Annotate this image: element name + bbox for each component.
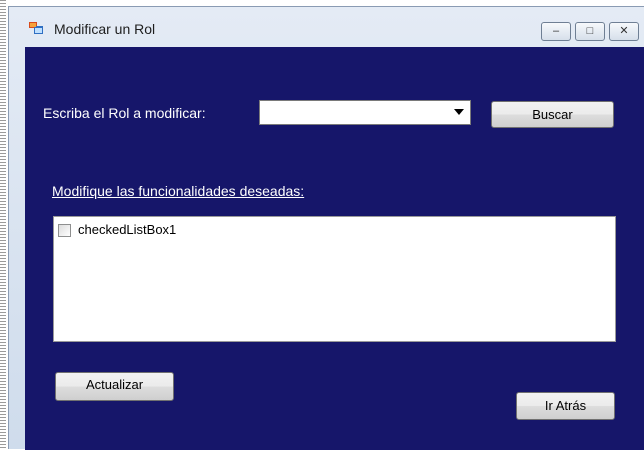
minimize-button[interactable]: – <box>541 22 571 41</box>
close-icon: ✕ <box>619 25 629 37</box>
form-client-area: Escriba el Rol a modificar: Buscar Modif… <box>25 47 644 450</box>
checkbox-icon[interactable] <box>58 224 71 237</box>
buscar-button[interactable]: Buscar <box>491 101 614 128</box>
form-window: Modificar un Rol – □ ✕ Escriba el Rol a … <box>8 6 644 450</box>
list-item-label: checkedListBox1 <box>78 222 177 237</box>
form-app-icon <box>29 22 43 34</box>
funcionalidades-label: Modifique las funcionalidades deseadas: <box>52 183 305 199</box>
minimize-icon: – <box>552 25 560 37</box>
rol-combobox[interactable] <box>259 100 471 125</box>
funcionalidades-checked-list[interactable]: checkedListBox1 <box>53 216 616 342</box>
close-button[interactable]: ✕ <box>609 22 639 41</box>
window-title: Modificar un Rol <box>54 21 156 37</box>
rol-label: Escriba el Rol a modificar: <box>43 105 206 121</box>
actualizar-button[interactable]: Actualizar <box>55 372 174 401</box>
window-edge <box>0 0 6 449</box>
maximize-button[interactable]: □ <box>575 22 605 41</box>
maximize-icon: □ <box>586 25 594 37</box>
ir-atras-button[interactable]: Ir Atrás <box>516 392 615 420</box>
title-bar[interactable]: Modificar un Rol – □ ✕ <box>9 7 644 45</box>
chevron-down-icon[interactable] <box>454 109 464 115</box>
